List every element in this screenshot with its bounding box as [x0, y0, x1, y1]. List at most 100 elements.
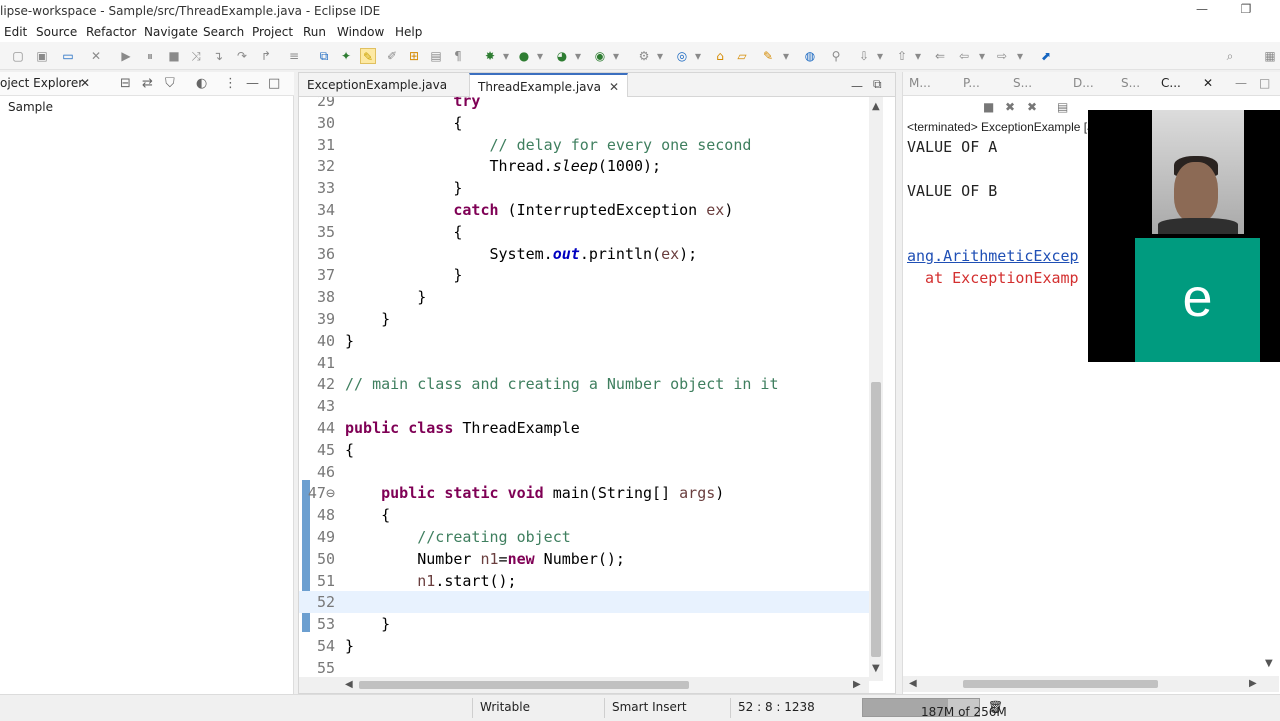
code-line[interactable]: 43 [299, 395, 869, 417]
terminate-icon[interactable]: ■ [166, 48, 182, 64]
code-line[interactable]: 51 n1.start(); [299, 570, 869, 592]
view-menu-icon[interactable]: ⋮ [224, 76, 237, 91]
minimize-button[interactable]: — [1192, 2, 1212, 18]
code-line[interactable]: 47⊖ public static void main(String[] arg… [299, 482, 869, 504]
open-perspective-icon[interactable]: ⧉ [316, 48, 332, 64]
search-tool-icon[interactable]: ✎ [760, 48, 776, 64]
code-line[interactable]: 50 Number n1=new Number(); [299, 548, 869, 570]
exception-link[interactable]: ang.ArithmeticExcep [907, 247, 1079, 269]
mark-occurrences-icon[interactable]: ✎ [360, 48, 376, 64]
debug-icon[interactable]: ✸ [482, 48, 498, 64]
code-line[interactable]: 29 try [299, 97, 869, 112]
code-line[interactable]: 52 [299, 591, 869, 614]
close-tab-icon[interactable]: ✕ [609, 80, 619, 94]
pin-editor-icon[interactable]: ⬈ [1038, 48, 1054, 64]
close-icon[interactable]: ✕ [1203, 76, 1213, 90]
last-edit-icon[interactable]: ⇐ [932, 48, 948, 64]
menu-run[interactable]: Run [303, 25, 326, 39]
menu-edit[interactable]: Edit [4, 25, 27, 39]
project-explorer-tab[interactable]: oject Explorer [0, 76, 83, 90]
scroll-left-icon[interactable]: ◀ [909, 678, 917, 689]
code-line[interactable]: 39 } [299, 308, 869, 330]
previous-annotation-dropdown-icon[interactable]: ▾ [910, 48, 926, 64]
code-line[interactable]: 36 System.out.println(ex); [299, 243, 869, 265]
restore-button[interactable]: ❐ [1236, 2, 1256, 18]
tab-data-source[interactable]: D... [1073, 76, 1094, 90]
heap-status[interactable]: 187M of 256M [862, 698, 1007, 719]
search-tool-dropdown-icon[interactable]: ▾ [778, 48, 794, 64]
code-line[interactable]: 40} [299, 330, 869, 352]
run-dropdown-icon[interactable]: ▾ [532, 48, 548, 64]
code-line[interactable]: 53 } [299, 613, 869, 635]
code-line[interactable]: 35 { [299, 221, 869, 243]
step-return-icon[interactable]: ↱ [258, 48, 274, 64]
code-line[interactable]: 49 //creating object [299, 526, 869, 548]
forward-dropdown-icon[interactable]: ▾ [1012, 48, 1028, 64]
menu-source[interactable]: Source [36, 25, 77, 39]
open-folder-icon[interactable]: ▱ [734, 48, 750, 64]
perspective-icon[interactable]: ▦ [1262, 48, 1278, 64]
toggle-breadcrumb-icon[interactable]: ⊞ [406, 48, 422, 64]
block-select-icon[interactable]: ✐ [384, 48, 400, 64]
code-line[interactable]: 46 [299, 461, 869, 483]
pilcrow-icon[interactable]: ¶ [450, 48, 466, 64]
external-tools-icon[interactable]: ◉ [592, 48, 608, 64]
previous-annotation-icon[interactable]: ⇧ [894, 48, 910, 64]
code-line[interactable]: 42 // main class and creating a Number ob… [299, 373, 869, 395]
use-step-filters-icon[interactable]: ≡ [286, 48, 302, 64]
scroll-thumb[interactable] [871, 382, 881, 657]
menu-window[interactable]: Window [337, 25, 384, 39]
code-line[interactable]: 55 [299, 657, 869, 679]
code-line[interactable]: 30 { [299, 112, 869, 134]
minimize-icon[interactable]: — [851, 79, 863, 93]
terminate-icon[interactable]: ■ [983, 100, 994, 114]
maximize-icon[interactable]: ⧉ [873, 77, 882, 92]
tab-properties[interactable]: P... [963, 76, 980, 90]
new-class-icon[interactable]: ◎ [674, 48, 690, 64]
code-line[interactable]: 32 Thread.sleep(1000); [299, 155, 869, 177]
coverage-icon[interactable]: ◕ [554, 48, 570, 64]
remove-launch-icon[interactable]: ✖ [1005, 100, 1015, 114]
run-icon[interactable]: ● [516, 48, 532, 64]
code-line[interactable]: 54} [299, 635, 869, 657]
clear-console-icon[interactable]: ▤ [1057, 100, 1068, 114]
save-icon[interactable]: ▣ [34, 48, 50, 64]
scroll-down-icon[interactable]: ▼ [1265, 658, 1273, 669]
vertical-scrollbar[interactable]: ▲ ▼ [869, 97, 883, 681]
step-into-icon[interactable]: ↴ [210, 48, 226, 64]
minimize-icon[interactable]: — [1235, 76, 1247, 90]
back-icon[interactable]: ⇦ [956, 48, 972, 64]
coverage-dropdown-icon[interactable]: ▾ [570, 48, 586, 64]
resume-icon[interactable]: ▶ [118, 48, 134, 64]
menu-navigate[interactable]: Navigate [144, 25, 198, 39]
code-line[interactable]: 41 [299, 352, 869, 374]
maximize-icon[interactable]: □ [1259, 76, 1270, 90]
code-line[interactable]: 31 // delay for every one second [299, 134, 869, 156]
web-browser-icon[interactable]: ◍ [802, 48, 818, 64]
tab-markers[interactable]: M... [909, 76, 931, 90]
scroll-right-icon[interactable]: ▶ [1249, 678, 1257, 689]
back-dropdown-icon[interactable]: ▾ [974, 48, 990, 64]
garbage-collect-icon[interactable]: 🗑 [988, 700, 1003, 714]
scroll-down-icon[interactable]: ▼ [872, 663, 880, 674]
tab-exception-example[interactable]: ExceptionExample.java [299, 73, 455, 97]
close-icon[interactable]: ✕ [80, 76, 90, 90]
annotation-icon[interactable]: ⚲ [828, 48, 844, 64]
console-icon[interactable]: ▭ [60, 48, 76, 64]
new-class-dropdown-icon[interactable]: ▾ [690, 48, 706, 64]
scroll-thumb[interactable] [359, 681, 689, 689]
show-whitespace-icon[interactable]: ▤ [428, 48, 444, 64]
tab-console[interactable]: C... [1161, 76, 1181, 90]
code-line[interactable]: 38 } [299, 286, 869, 308]
collapse-all-icon[interactable]: ⊟ [120, 76, 131, 91]
tab-snippets[interactable]: S... [1121, 76, 1140, 90]
scroll-up-icon[interactable]: ▲ [872, 101, 880, 112]
link-with-editor-icon[interactable]: ⇄ [142, 76, 153, 91]
scroll-left-icon[interactable]: ◀ [345, 679, 353, 690]
external-tools-dropdown-icon[interactable]: ▾ [608, 48, 624, 64]
menu-project[interactable]: Project [252, 25, 293, 39]
suspend-icon[interactable]: ⏸ [142, 48, 158, 64]
code-line[interactable]: 44 public class ThreadExample [299, 417, 869, 439]
next-annotation-icon[interactable]: ⇩ [856, 48, 872, 64]
stacktrace-line[interactable]: at ExceptionExamp [907, 269, 1079, 291]
